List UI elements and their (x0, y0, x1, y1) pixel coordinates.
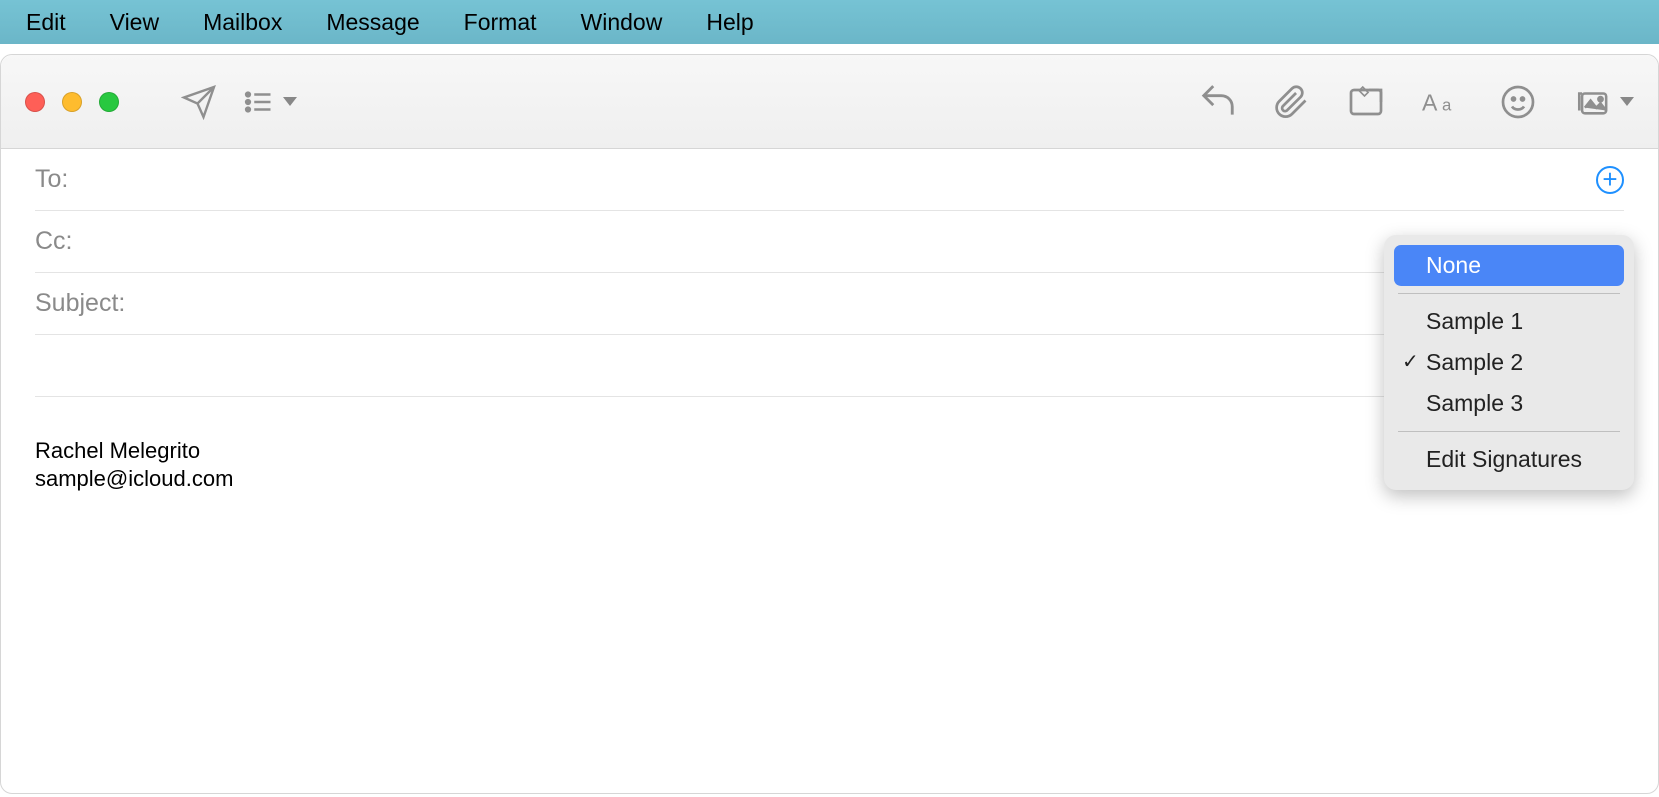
signature-option-sample-2[interactable]: Sample 2 (1394, 342, 1624, 383)
window-traffic-lights (25, 92, 119, 112)
compose-window: A a (0, 54, 1659, 794)
window-minimize-button[interactable] (62, 92, 82, 112)
menu-separator (1398, 293, 1620, 294)
paperclip-icon (1274, 83, 1310, 121)
format-text-icon: A a (1422, 85, 1464, 119)
send-icon (181, 84, 217, 120)
svg-text:a: a (1442, 95, 1452, 114)
attach-button[interactable] (1274, 83, 1310, 121)
menu-edit[interactable]: Edit (4, 3, 88, 42)
signature-dropdown-menu: None Sample 1 Sample 2 Sample 3 Edit Sig… (1384, 235, 1634, 490)
menu-mailbox[interactable]: Mailbox (181, 3, 304, 42)
emoji-button[interactable] (1500, 84, 1536, 120)
markup-button[interactable] (1346, 84, 1386, 120)
markup-icon (1346, 84, 1386, 120)
svg-text:A: A (1422, 89, 1438, 115)
menu-view[interactable]: View (88, 3, 181, 42)
cc-label: Cc: (35, 227, 73, 256)
signature-option-none[interactable]: None (1394, 245, 1624, 286)
signature-option-edit[interactable]: Edit Signatures (1394, 439, 1624, 480)
reply-button[interactable] (1198, 83, 1238, 121)
menu-separator (1398, 431, 1620, 432)
photo-icon (1572, 85, 1612, 119)
emoji-icon (1500, 84, 1536, 120)
subject-label: Subject: (35, 289, 125, 318)
menu-message[interactable]: Message (304, 3, 441, 42)
window-toolbar: A a (1, 55, 1658, 149)
header-fields-menu-button[interactable] (239, 87, 299, 117)
photo-browser-button[interactable] (1572, 85, 1634, 119)
reply-icon (1198, 83, 1238, 121)
chevron-down-icon (283, 97, 297, 106)
to-input[interactable] (68, 166, 1596, 194)
to-field-row: To: (35, 149, 1624, 211)
format-button[interactable]: A a (1422, 85, 1464, 119)
to-label: To: (35, 165, 68, 194)
send-button[interactable] (169, 84, 229, 120)
signature-option-sample-3[interactable]: Sample 3 (1394, 383, 1624, 424)
list-icon (241, 87, 275, 117)
window-zoom-button[interactable] (99, 92, 119, 112)
menu-format[interactable]: Format (442, 3, 559, 42)
add-recipient-button[interactable] (1596, 166, 1624, 194)
signature-option-sample-1[interactable]: Sample 1 (1394, 301, 1624, 342)
menu-window[interactable]: Window (559, 3, 685, 42)
system-menu-bar: Edit View Mailbox Message Format Window … (0, 0, 1659, 44)
menu-help[interactable]: Help (684, 3, 775, 42)
window-close-button[interactable] (25, 92, 45, 112)
chevron-down-icon (1620, 97, 1634, 106)
